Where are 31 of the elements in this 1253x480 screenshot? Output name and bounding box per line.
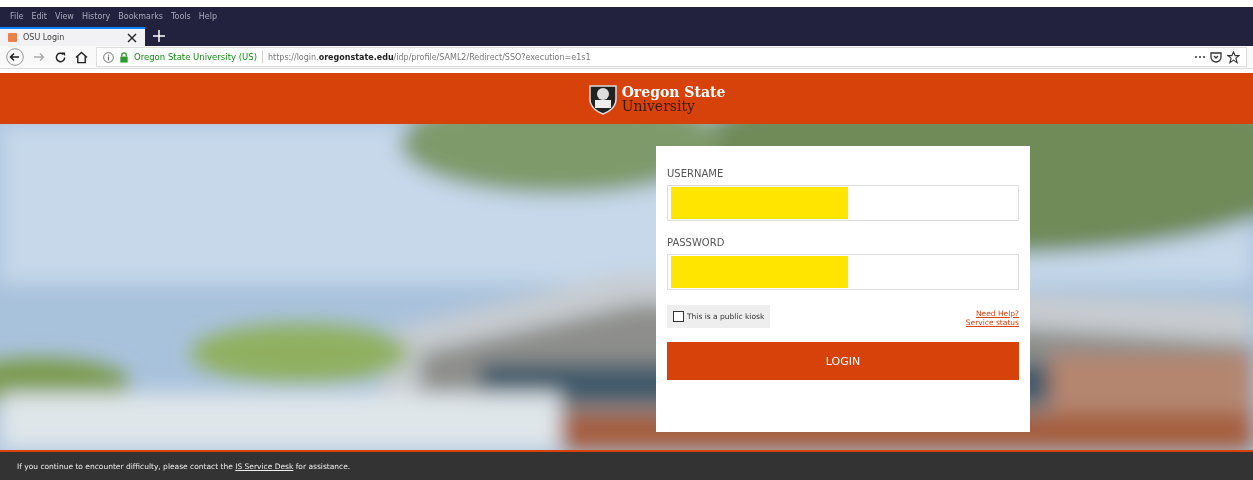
favicon-icon: [8, 33, 17, 42]
menu-item[interactable]: File: [10, 11, 24, 21]
menu-item[interactable]: View: [54, 11, 74, 21]
menu-item[interactable]: History: [81, 11, 111, 21]
address-bar[interactable]: Oregon State University (US) https://login.oregonstate.edu/idp/profile/SAML2/Redirect/SSO?execution=e1s1: [96, 47, 1247, 67]
logo-text: University: [621, 98, 697, 113]
reload-icon[interactable]: [54, 50, 67, 64]
lock-icon: [119, 51, 129, 63]
field-label: USERNAME: [667, 168, 725, 179]
pocket-icon[interactable]: [1210, 51, 1222, 63]
bookmark-star-icon[interactable]: [1227, 50, 1240, 64]
home-icon[interactable]: [75, 50, 88, 64]
input-field[interactable]: [667, 254, 1019, 290]
checkbox[interactable]: [673, 311, 684, 322]
login-button[interactable]: LOGIN: [667, 342, 1019, 380]
tab-title: OSU Login: [23, 33, 66, 42]
info-icon[interactable]: [103, 51, 114, 63]
menu-item[interactable]: Bookmarks: [118, 11, 164, 21]
url-text: https://login.oregonstate.edu/idp/profile/SAML2/Redirect/SSO?execution=e1s1: [267, 52, 591, 62]
logo-text: Oregon State: [621, 84, 726, 99]
menu-item[interactable]: Help: [198, 11, 217, 21]
close-icon[interactable]: [127, 32, 137, 43]
seal-icon: [587, 82, 618, 115]
back-icon[interactable]: [6, 48, 24, 66]
browser-tab[interactable]: OSU Login: [0, 27, 145, 46]
menu-item[interactable]: Edit: [31, 11, 47, 21]
input-field[interactable]: [667, 185, 1019, 221]
field-label: PASSWORD: [667, 237, 726, 248]
menu-item[interactable]: Tools: [171, 11, 191, 21]
site-identity: Oregon State University (US): [134, 52, 257, 62]
new-tab-icon[interactable]: [153, 30, 165, 42]
